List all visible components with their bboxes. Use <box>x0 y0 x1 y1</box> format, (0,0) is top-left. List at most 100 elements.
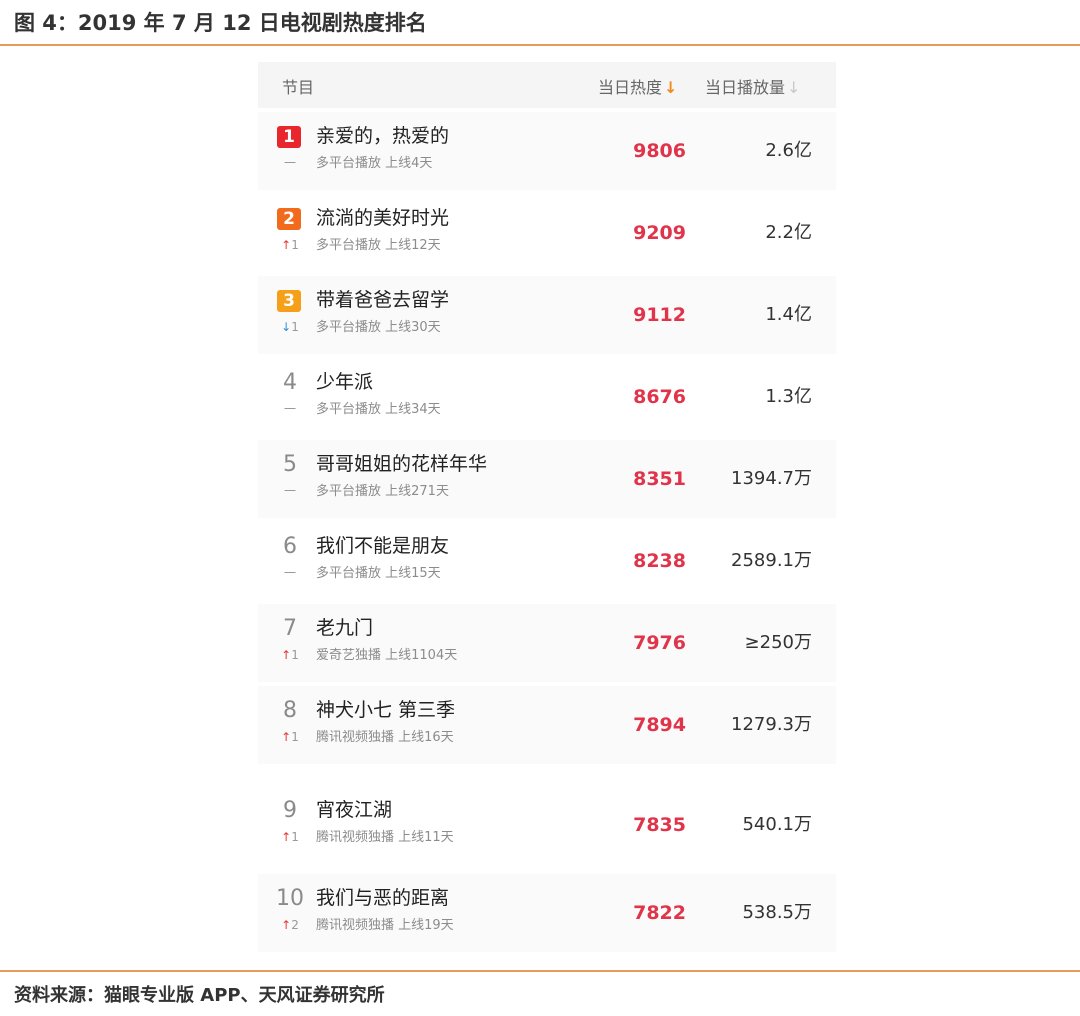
header-plays-sort[interactable]: 当日播放量 ↓ <box>705 74 800 98</box>
show-meta: 腾讯视频独播 上线19天 <box>316 918 454 933</box>
heat-value: 9209 <box>633 222 686 244</box>
heat-value: 7835 <box>633 814 686 836</box>
ranking-row[interactable]: 6 一 我们不能是朋友 多平台播放 上线15天 8238 2589.1万 <box>258 522 836 600</box>
heat-value: 9806 <box>633 140 686 162</box>
trend-value: 1 <box>291 320 299 334</box>
report-figure: 图 4：2019 年 7 月 12 日电视剧热度排名 节目 当日热度 ↓ 当日播放… <box>0 0 1080 1016</box>
trend-flat-icon: 一 <box>283 566 296 580</box>
ranking-row[interactable]: 9 ↑1 宵夜江湖 腾讯视频独播 上线11天 7835 540.1万 <box>258 786 836 864</box>
sort-desc-active-icon: ↓ <box>664 78 678 97</box>
plays-value: 540.1万 <box>742 814 812 835</box>
trend-down-icon: ↓ <box>281 320 292 334</box>
header-heat-sort[interactable]: 当日热度 ↓ <box>598 74 677 98</box>
ranking-row[interactable]: 3 ↓1 带着爸爸去留学 多平台播放 上线30天 9112 1.4亿 <box>258 276 836 354</box>
rank-trend: 一 <box>276 401 304 417</box>
rank-number: 8 <box>283 698 297 723</box>
ranking-row[interactable]: 8 ↑1 神犬小七 第三季 腾讯视频独播 上线16天 7894 1279.3万 <box>258 686 836 764</box>
rank-trend: ↓1 <box>276 319 304 335</box>
header-heat-label: 当日热度 <box>598 78 663 97</box>
figure-source: 资料来源：猫眼专业版 APP、天风证券研究所 <box>14 985 385 1006</box>
rank-trend: 一 <box>276 565 304 581</box>
rank-number: 6 <box>283 534 297 559</box>
ranking-row[interactable]: 4 一 少年派 多平台播放 上线34天 8676 1.3亿 <box>258 358 836 436</box>
show-meta: 多平台播放 上线271天 <box>316 484 449 499</box>
plays-value: 2589.1万 <box>731 550 812 571</box>
plays-value: 1.4亿 <box>765 304 812 325</box>
ranking-header: 节目 当日热度 ↓ 当日播放量 ↓ <box>258 62 836 108</box>
show-name: 我们不能是朋友 <box>316 535 450 557</box>
rank-badge: 1 <box>277 126 301 148</box>
heat-value: 8351 <box>633 468 686 490</box>
trend-value: 1 <box>291 730 299 744</box>
rank-number: 4 <box>283 370 297 395</box>
show-name: 少年派 <box>316 371 374 393</box>
show-name: 宵夜江湖 <box>316 799 393 821</box>
rank-trend: 一 <box>276 483 304 499</box>
rank-badge: 3 <box>277 290 301 312</box>
title-rule <box>0 44 1080 46</box>
show-name: 哥哥姐姐的花样年华 <box>316 453 488 475</box>
show-meta: 多平台播放 上线30天 <box>316 320 441 335</box>
show-name: 亲爱的，热爱的 <box>316 125 450 147</box>
plays-value: ≥250万 <box>744 632 812 653</box>
figure-title: 图 4：2019 年 7 月 12 日电视剧热度排名 <box>14 11 427 35</box>
rank-trend: ↑1 <box>276 237 304 253</box>
show-meta: 腾讯视频独播 上线11天 <box>316 830 454 845</box>
trend-flat-icon: 一 <box>283 484 296 498</box>
source-rule <box>0 970 1080 972</box>
rank-number: 5 <box>283 452 297 477</box>
trend-up-icon: ↑ <box>281 648 292 662</box>
ranking-row[interactable]: 10 ↑2 我们与恶的距离 腾讯视频独播 上线19天 7822 538.5万 <box>258 874 836 952</box>
plays-value: 1.3亿 <box>765 386 812 407</box>
heat-value: 8676 <box>633 386 686 408</box>
ranking-row[interactable]: 5 一 哥哥姐姐的花样年华 多平台播放 上线271天 8351 1394.7万 <box>258 440 836 518</box>
heat-value: 7976 <box>633 632 686 654</box>
tv-ranking-list: 节目 当日热度 ↓ 当日播放量 ↓ 1 一 亲爱的，热爱的 多平台播放 上线4天 9… <box>258 62 836 952</box>
ranking-row[interactable]: 2 ↑1 流淌的美好时光 多平台播放 上线12天 9209 2.2亿 <box>258 194 836 272</box>
rank-trend: ↑1 <box>276 647 304 663</box>
heat-value: 7822 <box>633 902 686 924</box>
sort-desc-inactive-icon: ↓ <box>787 78 801 97</box>
heat-value: 7894 <box>633 714 686 736</box>
heat-value: 9112 <box>633 304 686 326</box>
trend-value: 1 <box>291 238 299 252</box>
rank-trend: 一 <box>276 155 304 171</box>
rank-trend: ↑1 <box>276 829 304 845</box>
header-program: 节目 <box>282 78 315 97</box>
show-meta: 多平台播放 上线12天 <box>316 238 441 253</box>
show-meta: 多平台播放 上线4天 <box>316 156 433 171</box>
rank-number: 10 <box>276 886 304 911</box>
heat-value: 8238 <box>633 550 686 572</box>
trend-value: 1 <box>291 830 299 844</box>
trend-up-icon: ↑ <box>281 238 292 252</box>
show-name: 流淌的美好时光 <box>316 207 450 229</box>
trend-up-icon: ↑ <box>281 918 292 932</box>
header-plays-label: 当日播放量 <box>705 78 786 97</box>
show-name: 带着爸爸去留学 <box>316 289 450 311</box>
plays-value: 1279.3万 <box>731 714 812 735</box>
plays-value: 538.5万 <box>742 902 812 923</box>
trend-value: 2 <box>291 918 299 932</box>
ranking-row[interactable]: 1 一 亲爱的，热爱的 多平台播放 上线4天 9806 2.6亿 <box>258 112 836 190</box>
show-meta: 多平台播放 上线15天 <box>316 566 441 581</box>
trend-flat-icon: 一 <box>283 402 296 416</box>
trend-value: 1 <box>291 648 299 662</box>
trend-up-icon: ↑ <box>281 730 292 744</box>
show-meta: 腾讯视频独播 上线16天 <box>316 730 454 745</box>
plays-value: 1394.7万 <box>731 468 812 489</box>
rank-number: 9 <box>283 798 297 823</box>
show-name: 老九门 <box>316 617 374 639</box>
rank-number: 7 <box>283 616 297 641</box>
show-name: 神犬小七 第三季 <box>316 699 456 721</box>
show-name: 我们与恶的距离 <box>316 887 450 909</box>
trend-flat-icon: 一 <box>283 156 296 170</box>
plays-value: 2.2亿 <box>765 222 812 243</box>
plays-value: 2.6亿 <box>765 140 812 161</box>
ranking-row[interactable]: 7 ↑1 老九门 爱奇艺独播 上线1104天 7976 ≥250万 <box>258 604 836 682</box>
rank-badge: 2 <box>277 208 301 230</box>
show-meta: 爱奇艺独播 上线1104天 <box>316 648 458 663</box>
trend-up-icon: ↑ <box>281 830 292 844</box>
rank-trend: ↑2 <box>276 917 304 933</box>
show-meta: 多平台播放 上线34天 <box>316 402 441 417</box>
rank-trend: ↑1 <box>276 729 304 745</box>
